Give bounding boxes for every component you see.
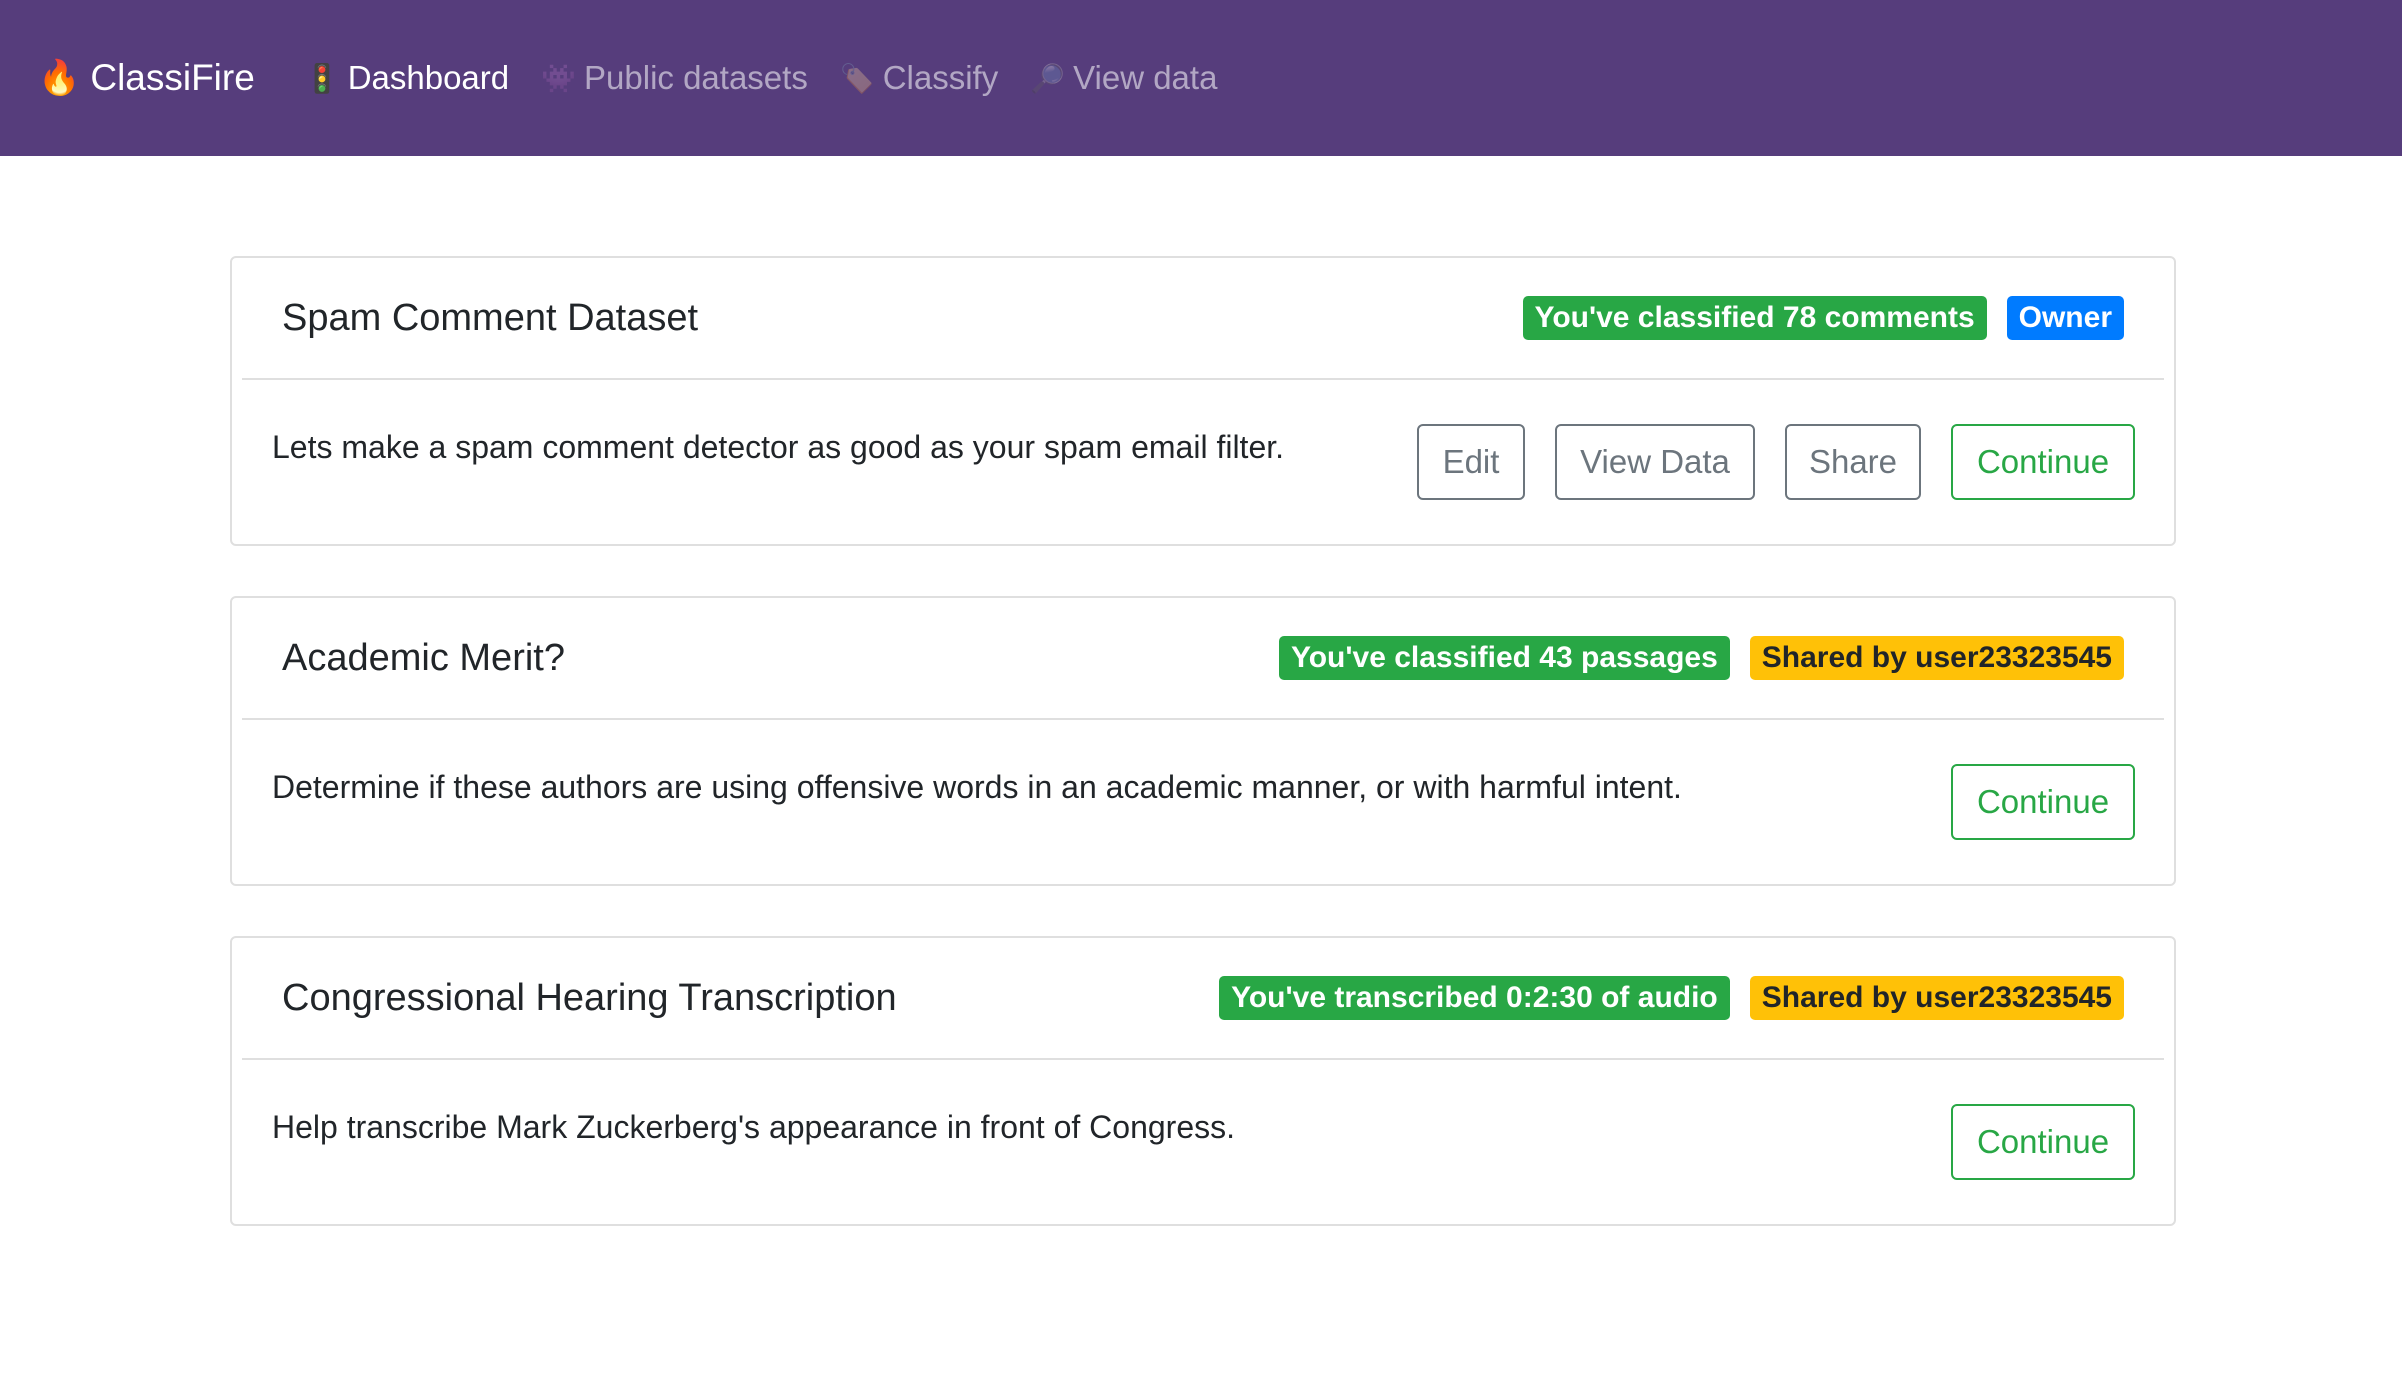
brand-name: ClassiFire bbox=[90, 57, 255, 98]
card-body: Lets make a spam comment detector as goo… bbox=[272, 380, 2135, 544]
card-body: Help transcribe Mark Zuckerberg's appear… bbox=[272, 1060, 2135, 1224]
card-actions: Continue bbox=[1921, 1104, 2135, 1180]
traffic-light-icon: 🚦 bbox=[304, 62, 340, 94]
alien-monster-icon: 👾 bbox=[541, 62, 577, 94]
dataset-description: Help transcribe Mark Zuckerberg's appear… bbox=[272, 1108, 1235, 1145]
card-header: Academic Merit? You've classified 43 pas… bbox=[242, 598, 2164, 720]
share-button[interactable]: Share bbox=[1785, 424, 1921, 500]
view-data-button[interactable]: View Data bbox=[1555, 424, 1755, 500]
fire-icon: 🔥 bbox=[38, 59, 81, 97]
progress-badge: You've classified 43 passages bbox=[1278, 636, 1730, 680]
progress-badge: You've transcribed 0:2:30 of audio bbox=[1219, 976, 1730, 1020]
card-actions: Continue bbox=[1921, 764, 2135, 840]
continue-button[interactable]: Continue bbox=[1951, 424, 2135, 500]
badge-group: You've transcribed 0:2:30 of audio Share… bbox=[1199, 976, 2124, 1020]
dataset-title: Congressional Hearing Transcription bbox=[282, 976, 897, 1019]
progress-badge: You've classified 78 comments bbox=[1522, 296, 1987, 340]
nav-classify-label: Classify bbox=[882, 59, 999, 96]
dataset-card-spam: Spam Comment Dataset You've classified 7… bbox=[230, 256, 2176, 546]
label-tag-icon: 🏷️ bbox=[839, 62, 875, 94]
nav-dashboard[interactable]: 🚦 Dashboard bbox=[305, 59, 509, 97]
continue-button[interactable]: Continue bbox=[1951, 764, 2135, 840]
dataset-title: Academic Merit? bbox=[282, 636, 565, 679]
nav-public-datasets[interactable]: 👾 Public datasets bbox=[541, 59, 808, 97]
badge-group: You've classified 43 passages Shared by … bbox=[1259, 636, 2124, 680]
card-actions: Edit View Data Share Continue bbox=[1387, 424, 2135, 500]
dataset-title: Spam Comment Dataset bbox=[282, 296, 699, 339]
dataset-list: Spam Comment Dataset You've classified 7… bbox=[230, 256, 2176, 1276]
brand-link[interactable]: 🔥 ClassiFire bbox=[38, 57, 255, 99]
shared-by-badge: Shared by user23323545 bbox=[1749, 636, 2124, 680]
nav-view-data[interactable]: 🔎 View data bbox=[1030, 59, 1217, 97]
card-header: Congressional Hearing Transcription You'… bbox=[242, 938, 2164, 1060]
dataset-card-academic-merit: Academic Merit? You've classified 43 pas… bbox=[230, 596, 2176, 886]
dataset-description: Determine if these authors are using off… bbox=[272, 768, 1682, 805]
top-navbar: 🔥 ClassiFire 🚦 Dashboard 👾 Public datase… bbox=[0, 0, 2402, 156]
continue-button[interactable]: Continue bbox=[1951, 1104, 2135, 1180]
dataset-card-congressional-hearing: Congressional Hearing Transcription You'… bbox=[230, 936, 2176, 1226]
nav-view-data-label: View data bbox=[1073, 59, 1218, 96]
edit-button[interactable]: Edit bbox=[1417, 424, 1525, 500]
badge-group: You've classified 78 comments Owner bbox=[1503, 296, 2124, 340]
card-body: Determine if these authors are using off… bbox=[272, 720, 2135, 884]
nav-classify[interactable]: 🏷️ Classify bbox=[840, 59, 998, 97]
nav-dashboard-label: Dashboard bbox=[347, 59, 510, 96]
magnifier-icon: 🔎 bbox=[1030, 62, 1066, 94]
shared-by-badge: Shared by user23323545 bbox=[1749, 976, 2124, 1020]
nav-public-datasets-label: Public datasets bbox=[584, 59, 808, 96]
dataset-description: Lets make a spam comment detector as goo… bbox=[272, 428, 1285, 465]
owner-badge: Owner bbox=[2006, 296, 2124, 340]
card-header: Spam Comment Dataset You've classified 7… bbox=[242, 258, 2164, 380]
